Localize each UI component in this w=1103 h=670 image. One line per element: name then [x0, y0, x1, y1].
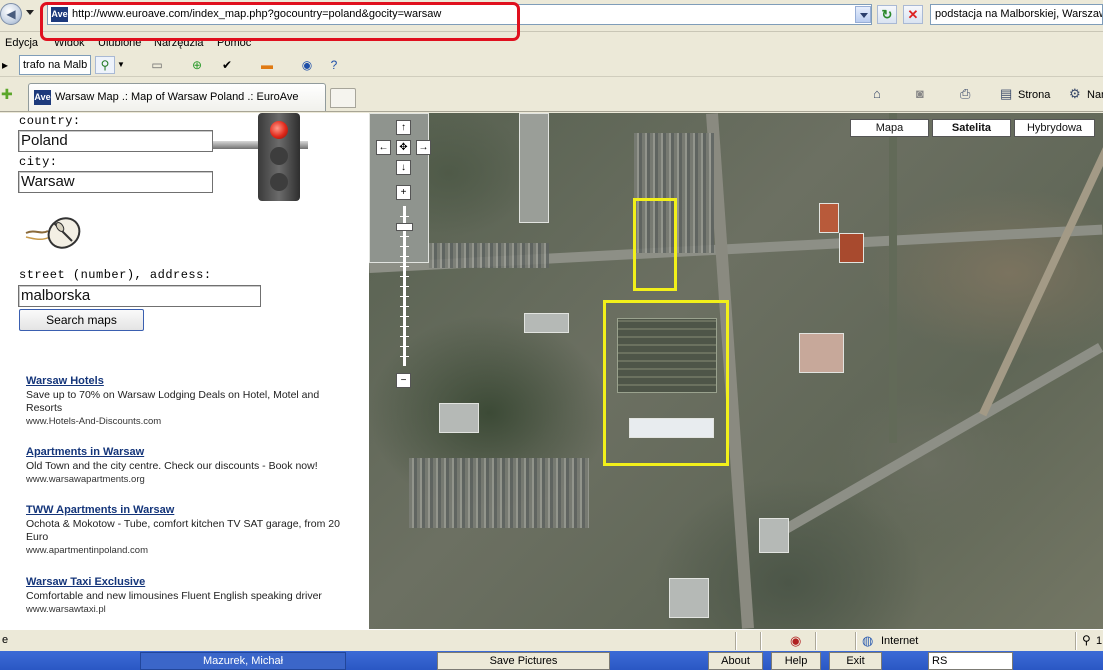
pan-up-button[interactable]: ↑ [396, 120, 411, 135]
help-icon[interactable]: ? [325, 57, 343, 73]
ad-item: Apartments in Warsaw Old Town and the ci… [26, 445, 346, 486]
help-button[interactable]: Help [771, 652, 821, 670]
ad-url[interactable]: www.apartmentinpoland.com [26, 545, 346, 557]
city-field[interactable]: Warsaw [18, 171, 213, 193]
tab-bar: ✚ Ave Warsaw Map .: Map of Warsaw Poland… [0, 78, 1103, 112]
map-building [819, 203, 839, 233]
options-icon[interactable]: ◉ [298, 57, 316, 73]
map-type-mapa[interactable]: Mapa [850, 119, 929, 137]
map-road [889, 113, 897, 443]
ad-item: Warsaw Hotels Save up to 70% on Warsaw L… [26, 374, 346, 428]
address-dropdown-button[interactable] [855, 6, 871, 23]
ad-url[interactable]: www.Hotels-And-Discounts.com [26, 416, 346, 428]
toolbar-search-input[interactable]: trafo na Malb [19, 55, 91, 75]
ad-title-link[interactable]: Warsaw Hotels [26, 374, 346, 388]
print-icon[interactable]: ⎙ [960, 86, 970, 102]
ad-item: Warsaw Taxi Exclusive Comfortable and ne… [26, 575, 346, 616]
ad-title-link[interactable]: Warsaw Taxi Exclusive [26, 575, 346, 589]
tab-active[interactable]: Ave Warsaw Map .: Map of Warsaw Poland .… [28, 83, 326, 111]
ad-item: TWW Apartments in Warsaw Ochota & Mokoto… [26, 503, 346, 557]
status-bar: e ◉ ◍ Internet ⚲ 1 [0, 629, 1103, 651]
ad-title-link[interactable]: TWW Apartments in Warsaw [26, 503, 346, 517]
traffic-light-icon [258, 113, 300, 201]
country-label: country: [19, 114, 81, 128]
zoom-slider-thumb[interactable] [396, 223, 413, 231]
browser-search-input[interactable]: podstacja na Malborskiej, Warszaw [930, 4, 1103, 25]
tab-favicon: Ave [34, 90, 51, 105]
ad-title-link[interactable]: Apartments in Warsaw [26, 445, 346, 459]
map-type-satelita[interactable]: Satelita [932, 119, 1011, 137]
map-building [799, 333, 844, 373]
home-icon[interactable]: ⌂ [873, 86, 881, 102]
privacy-icon[interactable]: ◉ [790, 633, 801, 649]
highlight-box-substation [603, 300, 729, 466]
highlight-icon[interactable]: ▬ [258, 57, 276, 73]
pan-down-button[interactable]: ↓ [396, 160, 411, 175]
map-building [519, 113, 549, 223]
taskbar-combo[interactable]: RS [928, 652, 1013, 670]
page-menu-label[interactable]: Strona [1018, 88, 1050, 102]
taskbar: Mazurek, Michał Save Pictures About Help… [0, 651, 1103, 670]
street-label: street (number), address: [19, 268, 212, 282]
search-panel: country: Poland city: Warsaw street (num… [0, 113, 369, 629]
map-building [524, 313, 569, 333]
map-parking [429, 243, 549, 268]
menu-edit[interactable]: Edycja [5, 37, 38, 49]
window-icon[interactable]: ▭ [148, 57, 166, 73]
ad-description: Old Town and the city centre. Check our … [26, 460, 318, 472]
city-label: city: [19, 155, 58, 169]
about-button[interactable]: About [708, 652, 763, 670]
country-field[interactable]: Poland [18, 130, 213, 152]
zoom-in-button[interactable]: + [396, 185, 411, 200]
address-highlight-annotation [40, 2, 520, 41]
map-building [839, 233, 864, 263]
tools-menu-label[interactable]: Nar [1087, 88, 1103, 102]
add-icon[interactable]: ⊕ [188, 57, 206, 73]
zoom-out-button[interactable]: − [396, 373, 411, 388]
pan-right-button[interactable]: → [416, 140, 431, 155]
ad-description: Save up to 70% on Warsaw Lodging Deals o… [26, 389, 320, 414]
taskbar-item[interactable]: Mazurek, Michał [140, 652, 346, 670]
ad-url[interactable]: www.warsawtaxi.pl [26, 604, 346, 616]
zoom-level-icon[interactable]: ⚲ [1082, 633, 1091, 647]
search-maps-button[interactable]: Search maps [19, 309, 144, 331]
refresh-button[interactable]: ↻ [877, 5, 897, 24]
map-parking [409, 458, 589, 528]
toolbar-search-dropdown-icon[interactable]: ▼ [117, 57, 125, 73]
zoom-level-text[interactable]: 1 [1096, 635, 1102, 647]
ad-description: Comfortable and new limousines Fluent En… [26, 590, 322, 602]
pan-center-button[interactable]: ✥ [396, 140, 411, 155]
page-icon[interactable]: ▤ [1000, 86, 1012, 102]
internet-zone-icon: ◍ [862, 633, 874, 648]
save-pictures-button[interactable]: Save Pictures [437, 652, 610, 670]
status-text: e [2, 634, 9, 646]
check-icon[interactable]: ✔ [218, 57, 236, 73]
tab-title: Warsaw Map .: Map of Warsaw Poland .: Eu… [55, 91, 299, 103]
map-building [759, 518, 789, 553]
stop-button[interactable]: ✕ [903, 5, 923, 24]
map-building [669, 578, 709, 618]
ad-url[interactable]: www.warsawapartments.org [26, 474, 346, 486]
toolbar-handle-icon: ▸ [1, 58, 9, 72]
toolbar-row: ▸ trafo na Malb ⚲ ▼ ▭ ⊕ ✔ ▬ ◉ ? [0, 53, 1103, 77]
satellite-map[interactable]: Mapa Satelita Hybrydowa ↑ ← ✥ → ↓ + − [369, 113, 1103, 629]
exit-button[interactable]: Exit [829, 652, 882, 670]
pan-left-button[interactable]: ← [376, 140, 391, 155]
page-content: country: Poland city: Warsaw street (num… [0, 113, 1103, 629]
highlight-box-parking [633, 198, 677, 291]
tools-gear-icon[interactable]: ⚙ [1069, 86, 1081, 102]
security-zone-label: Internet [881, 635, 919, 647]
new-tab-button[interactable] [330, 88, 356, 108]
back-history-dropdown-icon[interactable] [26, 10, 34, 15]
computer-mouse-icon [25, 217, 81, 249]
toolbar-search-go-icon[interactable]: ⚲ [95, 56, 115, 74]
feeds-icon[interactable]: ◙ [916, 86, 924, 102]
street-field[interactable]: malborska [18, 285, 261, 307]
map-type-switcher: Mapa Satelita Hybrydowa [850, 119, 1095, 137]
map-building [439, 403, 479, 433]
ad-description: Ochota & Mokotow - Tube, comfort kitchen… [26, 518, 340, 543]
back-button[interactable]: ◀ [0, 3, 22, 25]
favorites-star-icon[interactable]: ✚ [1, 86, 17, 102]
map-type-hybrydowa[interactable]: Hybrydowa [1014, 119, 1095, 137]
